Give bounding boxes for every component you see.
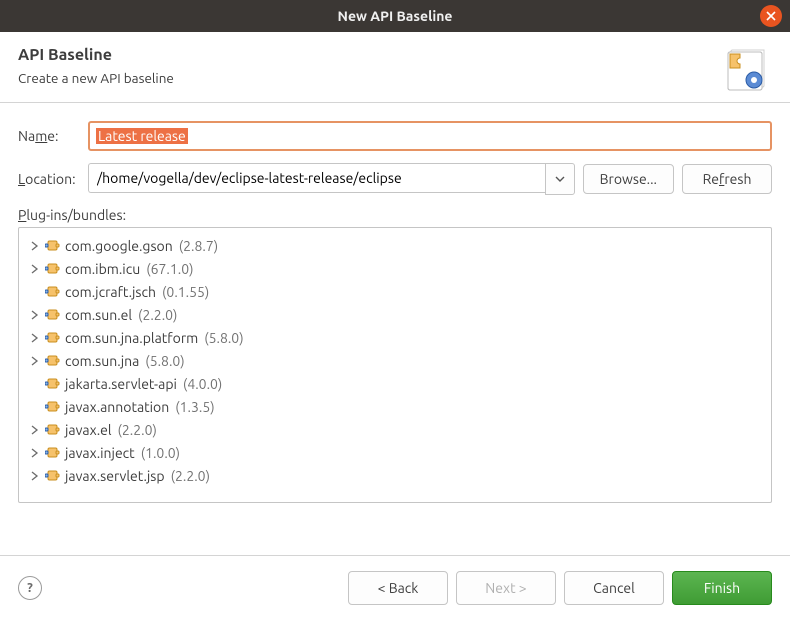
name-input-value: Latest release [96,128,188,144]
plugin-icon [45,284,61,300]
tree-item-name: com.google.gson [65,238,173,254]
tree-item[interactable]: com.google.gson (2.8.7) [23,234,767,257]
tree-item-name: com.sun.jna.platform [65,330,198,346]
tree-item[interactable]: javax.servlet.jsp (2.2.0) [23,464,767,487]
tree-item[interactable]: com.sun.el (2.2.0) [23,303,767,326]
chevron-down-icon [555,176,565,182]
plugin-icon [45,238,61,254]
tree-item-name: com.sun.jna [65,353,139,369]
expand-arrow-icon[interactable] [29,425,41,435]
tree-item-version: (67.1.0) [146,261,193,277]
plugin-icon [45,445,61,461]
wizard-banner-icon [722,46,768,92]
name-input[interactable]: Latest release [88,121,772,151]
location-label: Location: [18,171,80,187]
tree-item-name: javax.annotation [65,399,169,415]
tree-item-name: javax.el [65,422,112,438]
tree-item-version: (5.8.0) [204,330,243,346]
tree-item[interactable]: javax.inject (1.0.0) [23,441,767,464]
window-close-button[interactable] [760,5,782,27]
tree-item-version: (5.8.0) [145,353,184,369]
plugins-tree[interactable]: com.google.gson (2.8.7) com.ibm.icu (67.… [18,227,772,503]
expand-arrow-icon[interactable] [29,241,41,251]
expand-arrow-icon[interactable] [29,471,41,481]
tree-item-name: javax.inject [65,445,135,461]
tree-item[interactable]: javax.el (2.2.0) [23,418,767,441]
window-title: New API Baseline [338,8,453,24]
plugin-icon [45,376,61,392]
tree-item-version: (0.1.55) [162,284,209,300]
tree-item[interactable]: jakarta.servlet-api (4.0.0) [23,372,767,395]
plugin-icon [45,422,61,438]
plugin-icon [45,353,61,369]
titlebar: New API Baseline [0,0,790,32]
refresh-button[interactable]: Refresh [682,164,772,194]
plugin-icon [45,261,61,277]
cancel-button[interactable]: Cancel [564,571,664,605]
tree-item-version: (2.2.0) [138,307,177,323]
next-button: Next > [456,571,556,605]
tree-item-name: com.jcraft.jsch [65,284,156,300]
plugin-icon [45,307,61,323]
tree-item-version: (1.3.5) [175,399,214,415]
tree-item-version: (1.0.0) [141,445,180,461]
expand-arrow-icon[interactable] [29,356,41,366]
plugin-icon [45,330,61,346]
tree-item-name: jakarta.servlet-api [65,376,177,392]
wizard-body: Name: Latest release Location: Browse...… [0,103,790,521]
tree-item-version: (2.8.7) [179,238,218,254]
page-subtitle: Create a new API baseline [18,70,174,86]
tree-item[interactable]: com.ibm.icu (67.1.0) [23,257,767,280]
expand-arrow-icon[interactable] [29,448,41,458]
browse-button[interactable]: Browse... [583,164,674,194]
tree-item-name: com.ibm.icu [65,261,140,277]
back-button[interactable]: < Back [348,571,448,605]
location-input[interactable] [88,163,545,193]
tree-item[interactable]: com.jcraft.jsch (0.1.55) [23,280,767,303]
name-label: Name: [18,128,80,144]
tree-item[interactable]: com.sun.jna.platform (5.8.0) [23,326,767,349]
tree-item-name: com.sun.el [65,307,132,323]
tree-item[interactable]: javax.annotation (1.3.5) [23,395,767,418]
location-combo[interactable] [88,163,575,195]
wizard-footer: ? < Back Next > Cancel Finish [0,555,790,620]
tree-item-version: (2.2.0) [171,468,210,484]
expand-arrow-icon[interactable] [29,310,41,320]
finish-button[interactable]: Finish [672,571,772,605]
tree-item[interactable]: com.sun.jna (5.8.0) [23,349,767,372]
page-title: API Baseline [18,46,174,64]
close-icon [766,11,776,21]
name-row: Name: Latest release [18,121,772,151]
expand-arrow-icon[interactable] [29,264,41,274]
help-button[interactable]: ? [18,576,42,600]
location-row: Location: Browse... Refresh [18,163,772,195]
location-dropdown-button[interactable] [545,163,575,195]
plugin-icon [45,399,61,415]
plugin-icon [45,468,61,484]
tree-item-version: (4.0.0) [183,376,222,392]
expand-arrow-icon[interactable] [29,333,41,343]
plugins-label: Plug-ins/bundles: [18,207,772,223]
wizard-header: API Baseline Create a new API baseline [0,32,790,103]
tree-item-name: javax.servlet.jsp [65,468,165,484]
tree-item-version: (2.2.0) [118,422,157,438]
